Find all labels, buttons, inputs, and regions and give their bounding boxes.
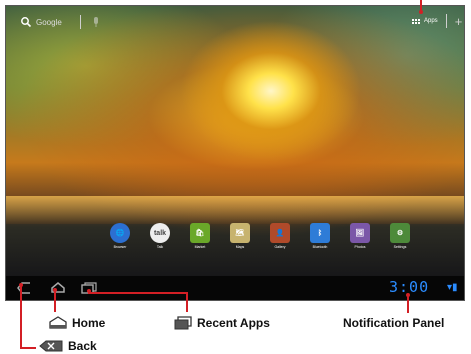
home-callout-icon [49,316,67,329]
app-shortcut-settings[interactable]: ⚙ Settings [385,223,415,249]
browser-icon: 🌐 [110,223,130,243]
search-divider [79,15,81,29]
talk-icon: talk [150,223,170,243]
app-label: Market [194,245,206,249]
home-callout-label: Home [72,316,106,330]
apps-leader-dot [419,10,423,14]
app-label: Browser [113,245,127,249]
app-shortcut-gallery[interactable]: 👤 Gallery [265,223,295,249]
microphone-icon[interactable] [93,16,99,28]
notification-panel-callout: Notification Panel [343,316,444,330]
home-leader-dot [53,288,57,292]
app-label: Gallery [274,245,286,249]
recent-apps-callout: Recent Apps [173,316,270,330]
bluetooth-icon: ᛒ [310,223,330,243]
home-callout: Home [48,316,105,330]
home-leader [54,290,56,312]
app-shortcut-photos[interactable]: 🖼 Photos [345,223,375,249]
apps-label: Apps [424,18,438,24]
market-icon: 🛍 [190,223,210,243]
recent-leader-horizontal [88,292,188,294]
apps-launcher-button[interactable]: Apps + [412,14,462,28]
app-shortcut-talk[interactable]: talk Talk [145,223,175,249]
search-label: Google [36,17,62,27]
app-shortcut-market[interactable]: 🛍 Market [185,223,215,249]
apps-divider [445,14,447,28]
back-leader-dot [19,283,23,287]
photos-icon: 🖼 [350,223,370,243]
app-label: Bluetooth [312,245,328,249]
recent-leader-dot [87,289,91,293]
recent-apps-callout-icon [174,316,192,330]
wallpaper-horizon [6,196,464,224]
notification-leader-dot [406,293,410,297]
app-label: Settings [393,245,407,249]
back-leader-horizontal [20,347,36,349]
google-search-bar[interactable]: Google [20,15,99,29]
back-callout: Back [38,339,97,353]
app-shortcut-bluetooth[interactable]: ᛒ Bluetooth [305,223,335,249]
notification-panel-callout-label: Notification Panel [343,316,445,330]
maps-icon: 🗺 [230,223,250,243]
home-dock: 🌐 Browser talk Talk 🛍 Market 🗺 Maps 👤 Ga… [105,223,415,249]
back-callout-icon [39,340,63,352]
gallery-icon: 👤 [270,223,290,243]
recent-apps-callout-label: Recent Apps [197,316,270,330]
signal-battery-icons[interactable]: ▾▮ [447,282,458,293]
settings-icon: ⚙ [390,223,410,243]
search-icon [21,17,32,28]
system-bar: 3:00 ▾▮ [6,276,464,300]
add-widget-icon[interactable]: + [455,15,463,28]
app-shortcut-maps[interactable]: 🗺 Maps [225,223,255,249]
tablet-screen: Google Apps + 🌐 Browser talk Talk 🛍 Mark… [5,5,465,301]
app-label: Maps [235,245,245,249]
app-label: Talk [156,245,164,249]
back-callout-label: Back [68,339,97,353]
back-leader-vertical [20,285,22,348]
app-shortcut-browser[interactable]: 🌐 Browser [105,223,135,249]
recent-leader-vertical-2 [186,292,188,312]
apps-grid-icon [412,18,420,24]
app-label: Photos [354,245,366,249]
notification-leader [407,295,409,313]
